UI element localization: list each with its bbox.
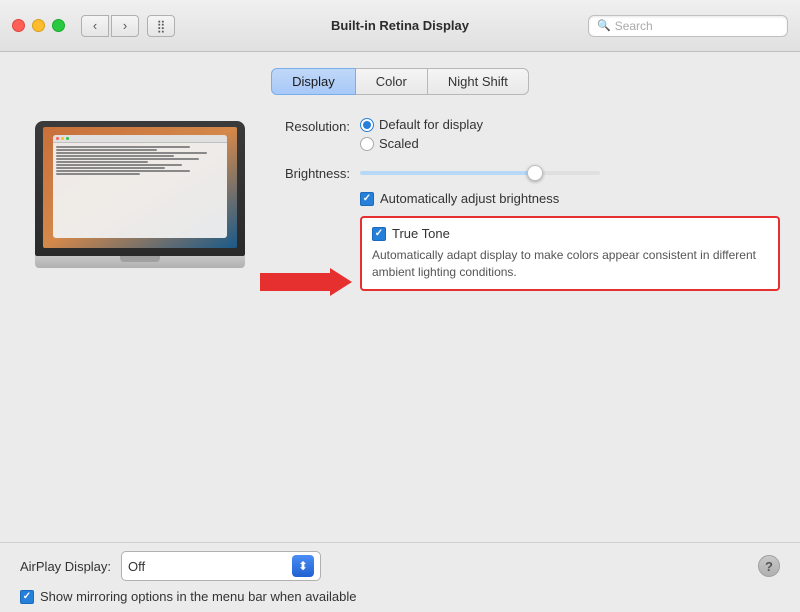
main-content: Display Color Night Shift (0, 52, 800, 542)
true-tone-header: True Tone (372, 226, 768, 241)
screen-dot-max (66, 137, 69, 140)
help-button[interactable]: ? (758, 555, 780, 577)
auto-brightness-wrapper: Automatically adjust brightness (360, 191, 780, 206)
brightness-label: Brightness: (260, 166, 350, 181)
screen-dot-min (61, 137, 64, 140)
screen-line (56, 161, 148, 163)
true-tone-label: True Tone (392, 226, 450, 241)
auto-brightness-row[interactable]: Automatically adjust brightness (360, 191, 780, 206)
screen-line (56, 146, 190, 148)
screen-line (56, 149, 157, 151)
mirroring-checkbox[interactable] (20, 590, 34, 604)
true-tone-wrapper: True Tone Automatically adapt display to… (360, 216, 780, 291)
screen-window (53, 135, 227, 238)
resolution-default-label: Default for display (379, 117, 483, 132)
tab-bar: Display Color Night Shift (20, 68, 780, 95)
maximize-button[interactable] (52, 19, 65, 32)
screen-line (56, 170, 190, 172)
close-button[interactable] (12, 19, 25, 32)
tab-display[interactable]: Display (271, 68, 356, 95)
minimize-button[interactable] (32, 19, 45, 32)
chevron-up-down-icon: ⬍ (298, 559, 308, 573)
forward-button[interactable]: › (111, 15, 139, 37)
screen-line (56, 152, 207, 154)
tab-nightshift[interactable]: Night Shift (428, 68, 529, 95)
resolution-default-radio[interactable] (360, 118, 374, 132)
resolution-scaled-radio[interactable] (360, 137, 374, 151)
airplay-select[interactable]: Off ⬍ (121, 551, 321, 581)
screen-dot-close (56, 137, 59, 140)
auto-brightness-label: Automatically adjust brightness (380, 191, 559, 206)
resolution-scaled-option[interactable]: Scaled (360, 136, 483, 151)
screen-line (56, 155, 174, 157)
search-input[interactable] (615, 19, 779, 33)
back-button[interactable]: ‹ (81, 15, 109, 37)
laptop-screen-bezel (43, 127, 237, 248)
auto-brightness-checkbox[interactable] (360, 192, 374, 206)
airplay-label: AirPlay Display: (20, 559, 111, 574)
mirroring-row: Show mirroring options in the menu bar w… (20, 589, 780, 604)
resolution-default-option[interactable]: Default for display (360, 117, 483, 132)
screen-line (56, 167, 165, 169)
airplay-select-arrow: ⬍ (292, 555, 314, 577)
grid-button[interactable]: ⣿ (147, 15, 175, 37)
true-tone-description: Automatically adapt display to make colo… (372, 247, 768, 281)
search-box[interactable]: 🔍 (588, 15, 788, 37)
screen-desktop (43, 127, 237, 248)
laptop-notch (120, 256, 160, 262)
window-title: Built-in Retina Display (331, 18, 469, 33)
screen-line (56, 173, 140, 175)
screen-window-bar (53, 135, 227, 143)
resolution-row: Resolution: Default for display Scaled (260, 117, 780, 151)
nav-buttons: ‹ › (81, 15, 139, 37)
airplay-value: Off (128, 559, 145, 574)
laptop-base (35, 256, 245, 268)
bottom-bar: AirPlay Display: Off ⬍ ? Show mirroring … (0, 542, 800, 612)
resolution-controls: Default for display Scaled (360, 117, 483, 151)
screen-line (56, 158, 199, 160)
search-icon: 🔍 (597, 19, 611, 32)
settings-panel: Resolution: Default for display Scaled B… (20, 111, 780, 542)
titlebar: ‹ › ⣿ Built-in Retina Display 🔍 (0, 0, 800, 52)
screen-content (53, 143, 227, 178)
brightness-slider-thumb[interactable] (527, 165, 543, 181)
laptop-image (35, 121, 245, 276)
brightness-slider-track (360, 171, 600, 175)
laptop-body (35, 121, 245, 256)
traffic-lights (12, 19, 65, 32)
brightness-slider-container[interactable] (360, 165, 600, 181)
laptop-preview-section (20, 111, 260, 542)
airplay-row: AirPlay Display: Off ⬍ ? (20, 551, 780, 581)
brightness-row: Brightness: (260, 165, 780, 181)
true-tone-checkbox[interactable] (372, 227, 386, 241)
tab-color[interactable]: Color (356, 68, 428, 95)
screen-line (56, 164, 182, 166)
resolution-scaled-label: Scaled (379, 136, 419, 151)
resolution-label: Resolution: (260, 117, 350, 134)
true-tone-box: True Tone Automatically adapt display to… (360, 216, 780, 291)
mirroring-label: Show mirroring options in the menu bar w… (40, 589, 357, 604)
right-section: Resolution: Default for display Scaled B… (260, 111, 780, 542)
